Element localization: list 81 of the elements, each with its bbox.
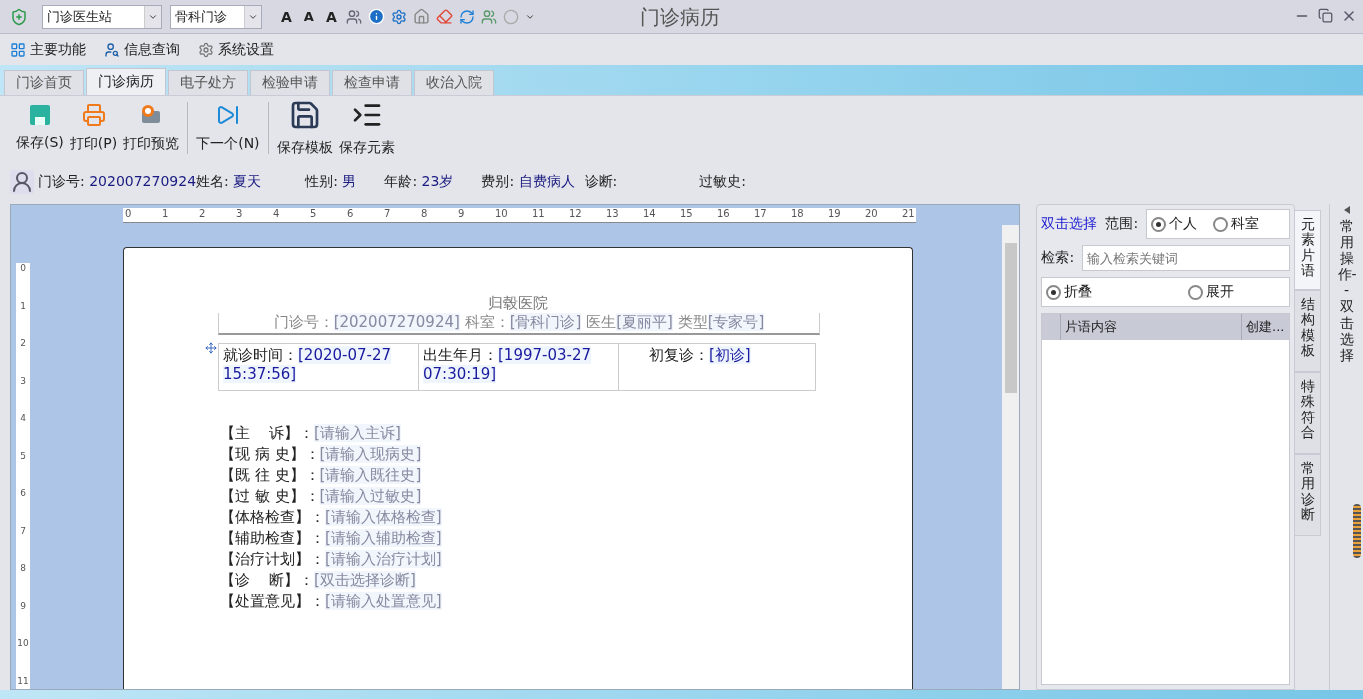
record-section: 【治疗计划】：[请输入治疗计划] xyxy=(220,549,912,570)
home-icon[interactable] xyxy=(412,8,430,25)
double-click-select-link[interactable]: 双击选择 xyxy=(1041,215,1098,233)
patient-field: 过敏史: xyxy=(699,173,746,191)
record-section: 【既 往 史】：[请输入既往史] xyxy=(220,465,912,486)
side-tab[interactable]: 特殊符合 xyxy=(1295,372,1322,454)
info-cell-text: 初复诊：[初诊] xyxy=(648,345,752,366)
radio-button[interactable] xyxy=(1046,284,1062,300)
menu-item[interactable]: 系统设置 xyxy=(218,40,274,59)
tab[interactable]: 检查申请 xyxy=(332,70,412,95)
radio-option[interactable]: 个人 xyxy=(1151,215,1198,233)
record-header: 门诊号：[202007270924] 科室：[骨科门诊] 医生[夏丽平] 类型[专家号] xyxy=(218,313,820,335)
department-dropdown[interactable]: 骨科门诊 xyxy=(170,4,262,29)
side-panel-title[interactable]: 常用操作--双击选择 xyxy=(1337,218,1356,363)
patient-field: 诊断: xyxy=(584,173,618,191)
radio-option[interactable]: 科室 xyxy=(1213,215,1260,233)
move-icon[interactable] xyxy=(205,342,217,354)
patient-field: 年龄: 23岁 xyxy=(384,173,454,191)
toolbar-button[interactable]: 下一个(N) xyxy=(194,101,262,155)
info-icon[interactable] xyxy=(367,8,385,25)
font-size-button[interactable]: A xyxy=(322,8,340,25)
radio-button[interactable] xyxy=(1213,216,1229,232)
record-section: 【主 诉】：[请输入主诉] xyxy=(220,423,912,444)
menu-item[interactable]: 信息查询 xyxy=(124,40,180,59)
record-section: 【过 敏 史】：[请输入过敏史] xyxy=(220,486,912,507)
save-icon xyxy=(28,104,51,126)
toolbar-button[interactable]: 打印预览 xyxy=(121,101,182,155)
tab[interactable]: 电子处方 xyxy=(168,70,248,95)
toolbar-button[interactable]: 保存(S) xyxy=(14,102,66,154)
record-section: 【诊 断】：[双击选择诊断] xyxy=(220,570,912,591)
side-tab[interactable]: 常用诊断 xyxy=(1295,454,1322,536)
scrollbar[interactable] xyxy=(1002,225,1020,689)
station-dropdown[interactable]: 门诊医生站 xyxy=(42,4,162,29)
grid-icon xyxy=(10,41,26,58)
patient-field: 姓名: 夏天 xyxy=(196,173,262,191)
patient-field: 门诊号: 202007270924 xyxy=(38,173,197,191)
side-tab[interactable]: 结构模板 xyxy=(1295,290,1322,372)
vertical-ruler: 0 1 2 3 4 5 6 7 8 9 10 11 xyxy=(16,263,30,689)
settings-icon xyxy=(198,41,214,58)
hospital-name: 归毂医院 xyxy=(487,294,549,313)
tab[interactable]: 收治入院 xyxy=(414,70,494,95)
radio-button[interactable] xyxy=(1188,284,1204,300)
record-section: 【处置意见】：[请输入处置意见] xyxy=(220,591,912,612)
font-size-button[interactable]: A xyxy=(300,9,317,24)
radio-button[interactable] xyxy=(1151,216,1167,232)
side-tab[interactable]: 元素片语 xyxy=(1295,210,1322,290)
refresh-icon[interactable] xyxy=(458,8,475,25)
patient-field: 费别: 自费病人 xyxy=(481,173,575,191)
menu-item[interactable]: 主要功能 xyxy=(30,40,86,59)
font-size-button[interactable]: A xyxy=(278,8,295,25)
window-title: 门诊病历 xyxy=(640,4,720,31)
search-field[interactable]: 输入检索关键词 xyxy=(1082,245,1291,271)
patient-field: 性别: 男 xyxy=(305,173,357,191)
printer-icon xyxy=(81,103,106,127)
radio-option[interactable]: 展开 xyxy=(1188,283,1235,301)
next-icon xyxy=(215,103,240,127)
toolbar-button[interactable]: 保存元素 xyxy=(336,97,397,159)
search-label: 检索: xyxy=(1041,249,1075,267)
tab[interactable]: 门诊病历 xyxy=(86,68,166,95)
column-header[interactable]: 片语内容 xyxy=(1060,314,1242,340)
radio-option[interactable]: 折叠 xyxy=(1046,283,1093,301)
collapse-arrow-icon[interactable] xyxy=(1343,206,1350,214)
scope-label: 范围: xyxy=(1105,215,1139,233)
horizontal-ruler: 0 1 2 3 4 5 6 7 8 9 10 11 12 13 14 15 16 17 18 19 20 21 xyxy=(123,207,916,223)
scroll-handle[interactable] xyxy=(1353,504,1361,558)
user-search-icon xyxy=(104,41,120,58)
record-section: 【现 病 史】：[请输入现病史] xyxy=(220,444,912,465)
tab[interactable]: 门诊首页 xyxy=(4,70,84,95)
record-section: 【辅助检查】：[请输入辅助检查] xyxy=(220,528,912,549)
settings-icon[interactable] xyxy=(390,8,407,25)
restore-icon[interactable] xyxy=(1318,8,1333,23)
column-header[interactable]: 创建... xyxy=(1241,314,1290,340)
eraser-icon[interactable] xyxy=(435,8,453,25)
users-icon[interactable] xyxy=(480,8,497,25)
shield-logo-icon xyxy=(10,7,28,26)
users-icon[interactable] xyxy=(345,8,362,25)
patient-card-icon xyxy=(10,170,34,194)
tab[interactable]: 检验申请 xyxy=(250,70,330,95)
record-section: 【体格检查】：[请输入体格检查] xyxy=(220,507,912,528)
toolbar-button[interactable]: 保存模板 xyxy=(274,97,335,159)
toolbar-button[interactable]: 打印(P) xyxy=(67,101,120,155)
